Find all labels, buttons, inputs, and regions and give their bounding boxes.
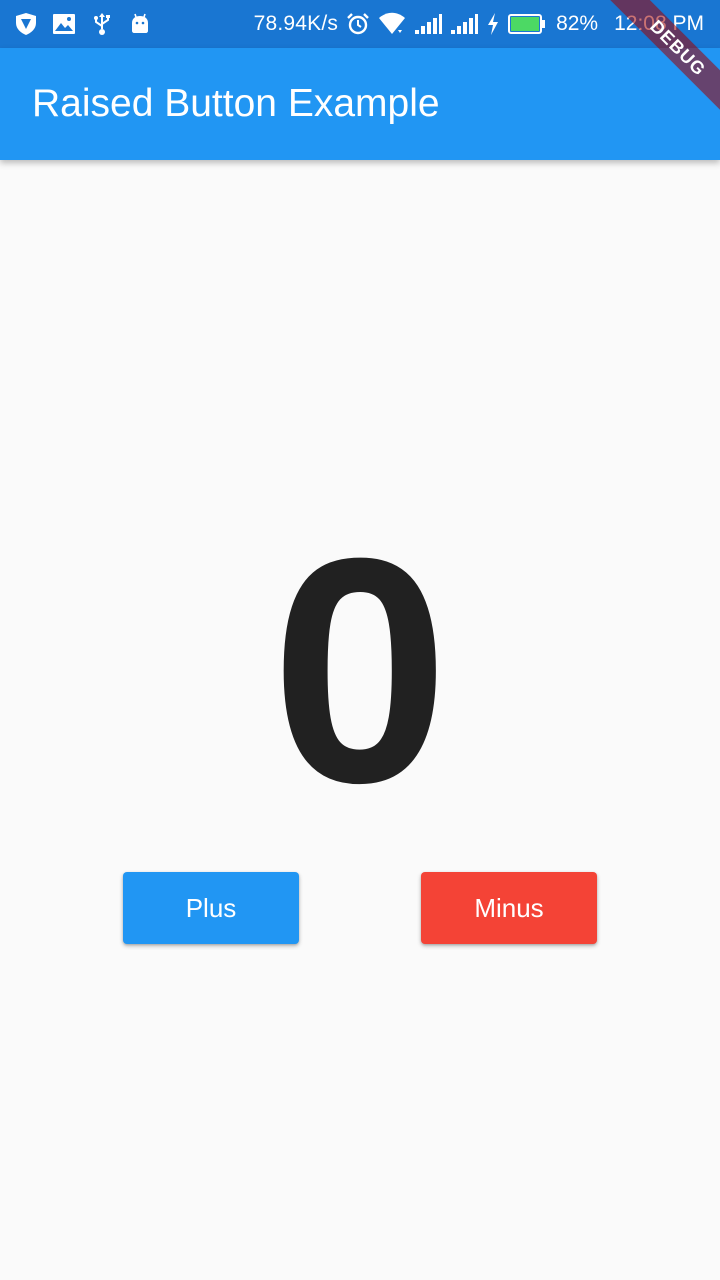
android-icon <box>128 12 152 36</box>
counter-value: 0 <box>271 491 449 849</box>
battery-percent: 82% <box>556 12 599 35</box>
shield-icon <box>14 12 38 36</box>
app-bar: Raised Button Example <box>0 48 720 160</box>
battery-icon <box>508 12 546 36</box>
minus-button[interactable]: Minus <box>421 872 597 944</box>
status-left-icons <box>14 0 152 48</box>
alarm-icon <box>346 12 370 36</box>
charging-icon <box>486 12 500 36</box>
page-title: Raised Button Example <box>32 82 440 125</box>
signal-icon <box>450 12 479 36</box>
wifi-icon <box>378 12 406 36</box>
plus-button[interactable]: Plus <box>123 872 299 944</box>
status-bar: 78.94K/s 82% 12:08 PM <box>0 0 720 48</box>
clock: 12:08 PM <box>614 12 704 35</box>
usb-icon <box>90 12 114 36</box>
status-right-icons: 78.94K/s 82% 12:08 PM <box>254 0 704 48</box>
image-icon <box>52 12 76 36</box>
signal-icon <box>414 12 443 36</box>
network-speed: 78.94K/s <box>253 12 339 35</box>
